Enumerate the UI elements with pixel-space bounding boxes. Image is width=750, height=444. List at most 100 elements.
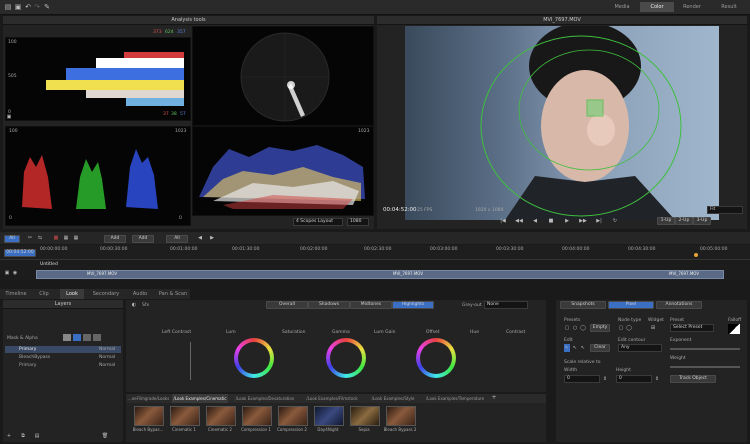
layer-delete-icon[interactable]: 🗑: [101, 432, 109, 440]
timeline-clip[interactable]: MVI_7697.MOV MVI_7697.MOV MVI_7697.MOV: [36, 270, 724, 279]
add-look-tab-icon[interactable]: +: [490, 394, 498, 402]
look-thumbnail[interactable]: [350, 406, 380, 426]
color-wheel-lift[interactable]: [234, 338, 274, 378]
folder-open-icon[interactable]: ▤: [4, 3, 12, 11]
tl-tool-icon-5[interactable]: ▦: [72, 234, 80, 242]
layer-row[interactable]: BleachBypass Normal: [5, 354, 121, 361]
look-thumbnail[interactable]: [170, 406, 200, 426]
node-type-icon[interactable]: ▢: [618, 324, 624, 332]
layer-add-icon[interactable]: +: [5, 432, 13, 440]
color-wheel-gain[interactable]: [416, 338, 456, 378]
look-thumbnail[interactable]: [134, 406, 164, 426]
exponent-slider[interactable]: [670, 348, 740, 350]
viewer-fit-select[interactable]: Fit: [707, 206, 743, 214]
scope-resolution-select[interactable]: 1080: [347, 218, 369, 226]
timeline-add-button[interactable]: Add: [104, 235, 126, 243]
tab-pixel[interactable]: Pixel: [608, 301, 654, 309]
viewer-3up-button[interactable]: 3-Up: [693, 217, 711, 225]
scope-layout-select[interactable]: 4 Scopes Layout: [293, 218, 343, 226]
look-thumbnail[interactable]: [242, 406, 272, 426]
tab-pan-scan[interactable]: Pan & Scan: [156, 289, 190, 299]
look-thumbnail[interactable]: [386, 406, 416, 426]
layer-row[interactable]: Primary Normal: [5, 362, 121, 369]
tab-clip[interactable]: Clip: [32, 289, 56, 299]
tl-tool-icon-2[interactable]: ⇆: [36, 234, 44, 242]
range-tab-overall[interactable]: Overall: [266, 301, 308, 309]
step-forward-icon[interactable]: ▶▶: [577, 217, 589, 225]
edit-contour-select[interactable]: Any: [618, 344, 662, 352]
look-tab[interactable]: /Look Examples/Filmstock: [302, 394, 362, 403]
tl-tool-icon-1[interactable]: ✂: [26, 234, 34, 242]
scope-settings-icon[interactable]: ▣: [6, 113, 12, 121]
look-thumbnail[interactable]: [314, 406, 344, 426]
tl-tool-icon-3[interactable]: ▦: [52, 234, 60, 242]
widget-icon[interactable]: ⊞: [650, 324, 656, 332]
height-stepper-icon[interactable]: ⇕: [654, 375, 660, 383]
redo-icon[interactable]: ↷: [33, 3, 41, 11]
timeline-add2-button[interactable]: Add: [132, 235, 154, 243]
edit-add-icon[interactable]: ↖: [572, 344, 578, 352]
tab-annotations[interactable]: Annotations: [656, 301, 702, 309]
settings-wrench-icon[interactable]: ✎: [43, 3, 51, 11]
layer-duplicate-icon[interactable]: ⧉: [19, 432, 27, 440]
preset-ellipse-icon[interactable]: ◯: [580, 324, 586, 332]
go-end-icon[interactable]: ▶|: [593, 217, 605, 225]
play-icon[interactable]: ▶: [561, 217, 573, 225]
width-stepper-icon[interactable]: ⇕: [602, 375, 608, 383]
vertical-slider[interactable]: [190, 342, 191, 380]
timeline-all-button[interactable]: All: [4, 235, 20, 243]
tl-prev-icon[interactable]: ◀: [196, 234, 204, 242]
tab-render[interactable]: Render: [675, 2, 709, 12]
tl-next-icon[interactable]: ▶: [208, 234, 216, 242]
viewer-1up-button[interactable]: 1-Up: [657, 217, 675, 225]
go-start-icon[interactable]: |◀: [497, 217, 509, 225]
range-tab-shadows[interactable]: Shadows: [308, 301, 350, 309]
width-input[interactable]: 0: [564, 375, 600, 383]
preset-square-icon[interactable]: ▢: [564, 324, 570, 332]
loop-icon[interactable]: ↻: [609, 217, 621, 225]
grade-toggle-icon[interactable]: ◐: [130, 301, 138, 309]
tab-look[interactable]: Look: [60, 289, 84, 299]
look-tab[interactable]: /Look Examples/Cinematic: [172, 394, 228, 403]
range-tab-midtones[interactable]: Midtones: [350, 301, 392, 309]
stop-icon[interactable]: ■: [545, 217, 557, 225]
edit-remove-icon[interactable]: ↖: [580, 344, 586, 352]
edit-pointer-icon[interactable]: ↖: [564, 344, 570, 352]
look-tab[interactable]: /Look Examples/Temperature: [422, 394, 488, 403]
save-icon[interactable]: ▣: [14, 3, 22, 11]
layer-group-icon[interactable]: ▤: [33, 432, 41, 440]
height-input[interactable]: 0: [616, 375, 652, 383]
select-preset-dropdown[interactable]: Select Preset: [670, 324, 714, 332]
empty-button[interactable]: Empty: [590, 324, 610, 332]
undo-icon[interactable]: ↶: [24, 3, 32, 11]
look-thumbnail[interactable]: [278, 406, 308, 426]
layer-mode-icon-3[interactable]: [83, 334, 91, 341]
tab-audio[interactable]: Audio: [128, 289, 152, 299]
color-wheel-gamma[interactable]: [326, 338, 366, 378]
node-type-icon-2[interactable]: ◯: [626, 324, 632, 332]
preset-circle-icon[interactable]: ○: [572, 324, 578, 332]
play-back-icon[interactable]: ◀: [529, 217, 541, 225]
viewer-2up-button[interactable]: 2-Up: [675, 217, 693, 225]
layer-mode-icon-2[interactable]: [73, 334, 81, 341]
tab-media[interactable]: Media: [605, 2, 639, 12]
look-thumbnail[interactable]: [206, 406, 236, 426]
clear-button[interactable]: Clear: [590, 344, 610, 352]
step-back-icon[interactable]: ◀◀: [513, 217, 525, 225]
track-lock-icon[interactable]: ▣: [4, 269, 10, 277]
look-tab[interactable]: /Look Examples/Desaturation: [232, 394, 298, 403]
layer-row[interactable]: Primary Normal: [5, 346, 121, 353]
timeline-all2-button[interactable]: All: [166, 235, 188, 243]
track-eye-icon[interactable]: ◉: [12, 269, 18, 277]
track-object-button[interactable]: Track Object: [670, 375, 716, 383]
playhead-marker[interactable]: [694, 253, 698, 257]
greyout-select[interactable]: None: [484, 301, 528, 309]
tl-tool-icon-4[interactable]: ▦: [62, 234, 70, 242]
tab-result[interactable]: Result: [712, 2, 746, 12]
tab-timeline[interactable]: Timeline: [2, 289, 30, 299]
falloff-swatch[interactable]: [728, 324, 740, 334]
look-tab[interactable]: /Look Examples/Style: [366, 394, 420, 403]
range-tab-highlights[interactable]: Highlights: [392, 301, 434, 309]
weight-slider[interactable]: [670, 366, 740, 368]
layer-mode-icon-4[interactable]: [93, 334, 101, 341]
